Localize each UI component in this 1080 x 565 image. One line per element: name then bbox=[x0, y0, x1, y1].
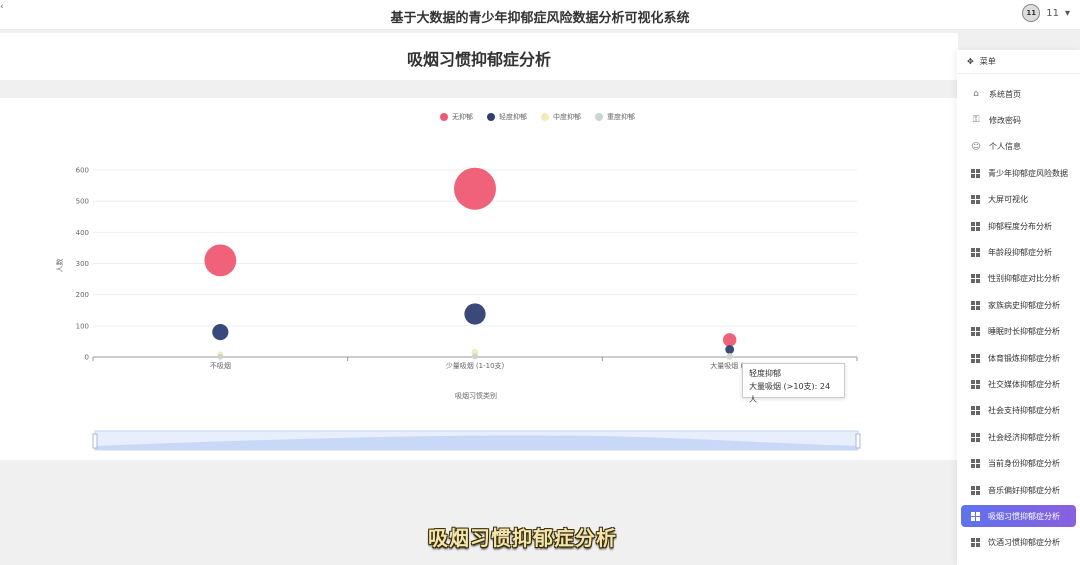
y-tick-label: 300 bbox=[76, 260, 89, 268]
caret-down-icon[interactable]: ▾ bbox=[1065, 8, 1070, 19]
bubble-point bbox=[217, 353, 224, 360]
grid-icon bbox=[971, 247, 980, 257]
menu-item[interactable]: 音乐偏好抑郁症分析 bbox=[961, 479, 1076, 501]
bubble-point bbox=[722, 333, 737, 347]
y-tick-label: 0 bbox=[85, 354, 89, 362]
menu-item[interactable]: 吸烟习惯抑郁症分析 bbox=[961, 505, 1076, 528]
menu-item[interactable]: ⚿ 修改密码 bbox=[961, 109, 1076, 131]
user-menu[interactable]: 11 11 ▾ bbox=[1022, 4, 1070, 22]
grid-icon bbox=[971, 379, 980, 389]
top-bar: ‹ 基于大数据的青少年抑郁症风险数据分析可视化系统 11 11 ▾ bbox=[0, 0, 1080, 30]
menu-item[interactable]: 睡眠时长抑郁症分析 bbox=[961, 321, 1076, 343]
menu-item[interactable]: 饮酒习惯抑郁症分析 bbox=[961, 532, 1076, 554]
grid-icon bbox=[971, 485, 980, 495]
chart-panel: 无抑郁 轻度抑郁 中度抑郁 重度抑郁 0 100 200 300 400 500 600 不吸烟 少量… bbox=[0, 98, 958, 460]
menu-item-label: 吸烟习惯抑郁症分析 bbox=[988, 511, 1060, 521]
menu-item[interactable]: 社会支持抑郁症分析 bbox=[961, 400, 1076, 422]
menu-header-label: 菜单 bbox=[979, 57, 996, 66]
x-axis-label: 吸烟习惯类别 bbox=[455, 391, 497, 400]
menu-item-label: 睡眠时长抑郁症分析 bbox=[988, 327, 1060, 337]
bubble-point bbox=[725, 345, 735, 354]
lock-icon: ⚿ bbox=[972, 115, 980, 126]
menu-header[interactable]: ✥ 菜单 bbox=[957, 50, 1080, 74]
y-axis-label: 人数 bbox=[55, 259, 64, 273]
grid-icon bbox=[971, 327, 980, 337]
page-title: 吸烟习惯抑郁症分析 bbox=[406, 50, 551, 69]
bubble-point bbox=[212, 323, 229, 341]
grid-icon bbox=[971, 406, 980, 416]
menu-item[interactable]: 年龄段抑郁症分析 bbox=[961, 241, 1076, 263]
grid-icon bbox=[971, 300, 980, 310]
chart-tooltip: 轻度抑郁 大量吸烟 (>10支): 24人 bbox=[742, 363, 845, 404]
menu-item-label: 家族病史抑郁症分析 bbox=[988, 300, 1060, 310]
zoom-handle-left bbox=[92, 433, 98, 449]
grid-icon bbox=[971, 432, 980, 442]
menu-item[interactable]: 家族病史抑郁症分析 bbox=[961, 294, 1076, 316]
tooltip-series: 轻度抑郁 bbox=[749, 369, 781, 378]
y-tick-label: 400 bbox=[76, 229, 89, 237]
page-title-band: 吸烟习惯抑郁症分析 bbox=[0, 33, 958, 80]
menu-item-label: 社会经济抑郁症分析 bbox=[988, 432, 1060, 442]
bubble-point bbox=[464, 303, 486, 325]
menu-item[interactable]: 性别抑郁症对比分析 bbox=[961, 268, 1076, 290]
grid-icon bbox=[971, 168, 980, 178]
grid-icon bbox=[971, 195, 980, 205]
x-tick-label: 少量吸烟 (1-10支) bbox=[446, 361, 505, 370]
y-tick-label: 200 bbox=[76, 291, 89, 299]
app-title: 基于大数据的青少年抑郁症风险数据分析可视化系统 bbox=[390, 11, 690, 26]
grid-icon bbox=[971, 538, 980, 548]
user-name[interactable]: 11 bbox=[1046, 8, 1059, 19]
move-icon: ✥ bbox=[967, 57, 974, 66]
tooltip-text: 大量吸烟 (>10支): 24人 bbox=[749, 382, 831, 404]
y-tick-label: 100 bbox=[76, 322, 89, 330]
menu-item[interactable]: 抑郁程度分布分析 bbox=[961, 215, 1076, 237]
grid-icon bbox=[971, 353, 980, 363]
menu-item[interactable]: ☺ 个人信息 bbox=[961, 136, 1076, 158]
menu-item-label: 社会支持抑郁症分析 bbox=[988, 406, 1060, 416]
bubble-point bbox=[472, 353, 478, 360]
menu-item-label: 抑郁程度分布分析 bbox=[988, 221, 1052, 231]
menu-item-label: 饮酒习惯抑郁症分析 bbox=[988, 538, 1060, 548]
menu-item-label: 青少年抑郁症风险数据 bbox=[988, 168, 1068, 178]
menu-item-label: 修改密码 bbox=[989, 115, 1021, 125]
home-icon: ⌂ bbox=[973, 89, 979, 99]
menu-item[interactable]: ⌂ 系统首页 bbox=[961, 83, 1076, 105]
menu-item-label: 个人信息 bbox=[989, 142, 1021, 152]
menu-item[interactable]: 当前身份抑郁症分析 bbox=[961, 453, 1076, 475]
grid-icon bbox=[971, 274, 980, 284]
menu-item-label: 社交媒体抑郁症分析 bbox=[988, 379, 1060, 389]
menu-item[interactable]: 社会经济抑郁症分析 bbox=[961, 426, 1076, 448]
user-icon: ☺ bbox=[971, 141, 981, 152]
y-tick-label: 500 bbox=[76, 198, 89, 206]
menu-item-label: 性别抑郁症对比分析 bbox=[988, 274, 1060, 284]
grid-icon bbox=[971, 221, 980, 231]
bubble-point bbox=[726, 353, 733, 360]
menu-item-label: 音乐偏好抑郁症分析 bbox=[988, 485, 1060, 495]
menu-item-label: 年龄段抑郁症分析 bbox=[988, 247, 1052, 257]
menu-item[interactable]: 社交媒体抑郁症分析 bbox=[961, 373, 1076, 395]
menu-item-label: 大屏可视化 bbox=[988, 195, 1028, 205]
menu-item-label: 系统首页 bbox=[989, 89, 1021, 99]
menu-item[interactable]: 青少年抑郁症风险数据 bbox=[961, 162, 1076, 184]
y-tick-label: 600 bbox=[76, 167, 89, 175]
menu-item[interactable]: 大屏可视化 bbox=[961, 189, 1076, 211]
menu-item-label: 当前身份抑郁症分析 bbox=[988, 459, 1060, 469]
x-tick-label: 不吸烟 bbox=[210, 361, 231, 370]
bubble-point bbox=[204, 244, 237, 277]
menu-item[interactable]: 体育锻炼抑郁症分析 bbox=[961, 347, 1076, 369]
menu-item-label: 体育锻炼抑郁症分析 bbox=[988, 353, 1060, 363]
zoom-handle-right bbox=[855, 433, 861, 449]
grid-icon bbox=[971, 511, 980, 521]
avatar[interactable]: 11 bbox=[1022, 4, 1041, 22]
bubble-point bbox=[454, 167, 496, 210]
grid-icon bbox=[971, 459, 980, 469]
side-menu: ✥ 菜单 ⌂ 系统首页 ⚿ 修改密码 ☺ 个人信息青少年抑郁症风险数据 大屏可视化抑郁程度分… bbox=[957, 50, 1080, 565]
video-caption: 吸烟习惯抑郁症分析 bbox=[428, 526, 617, 550]
